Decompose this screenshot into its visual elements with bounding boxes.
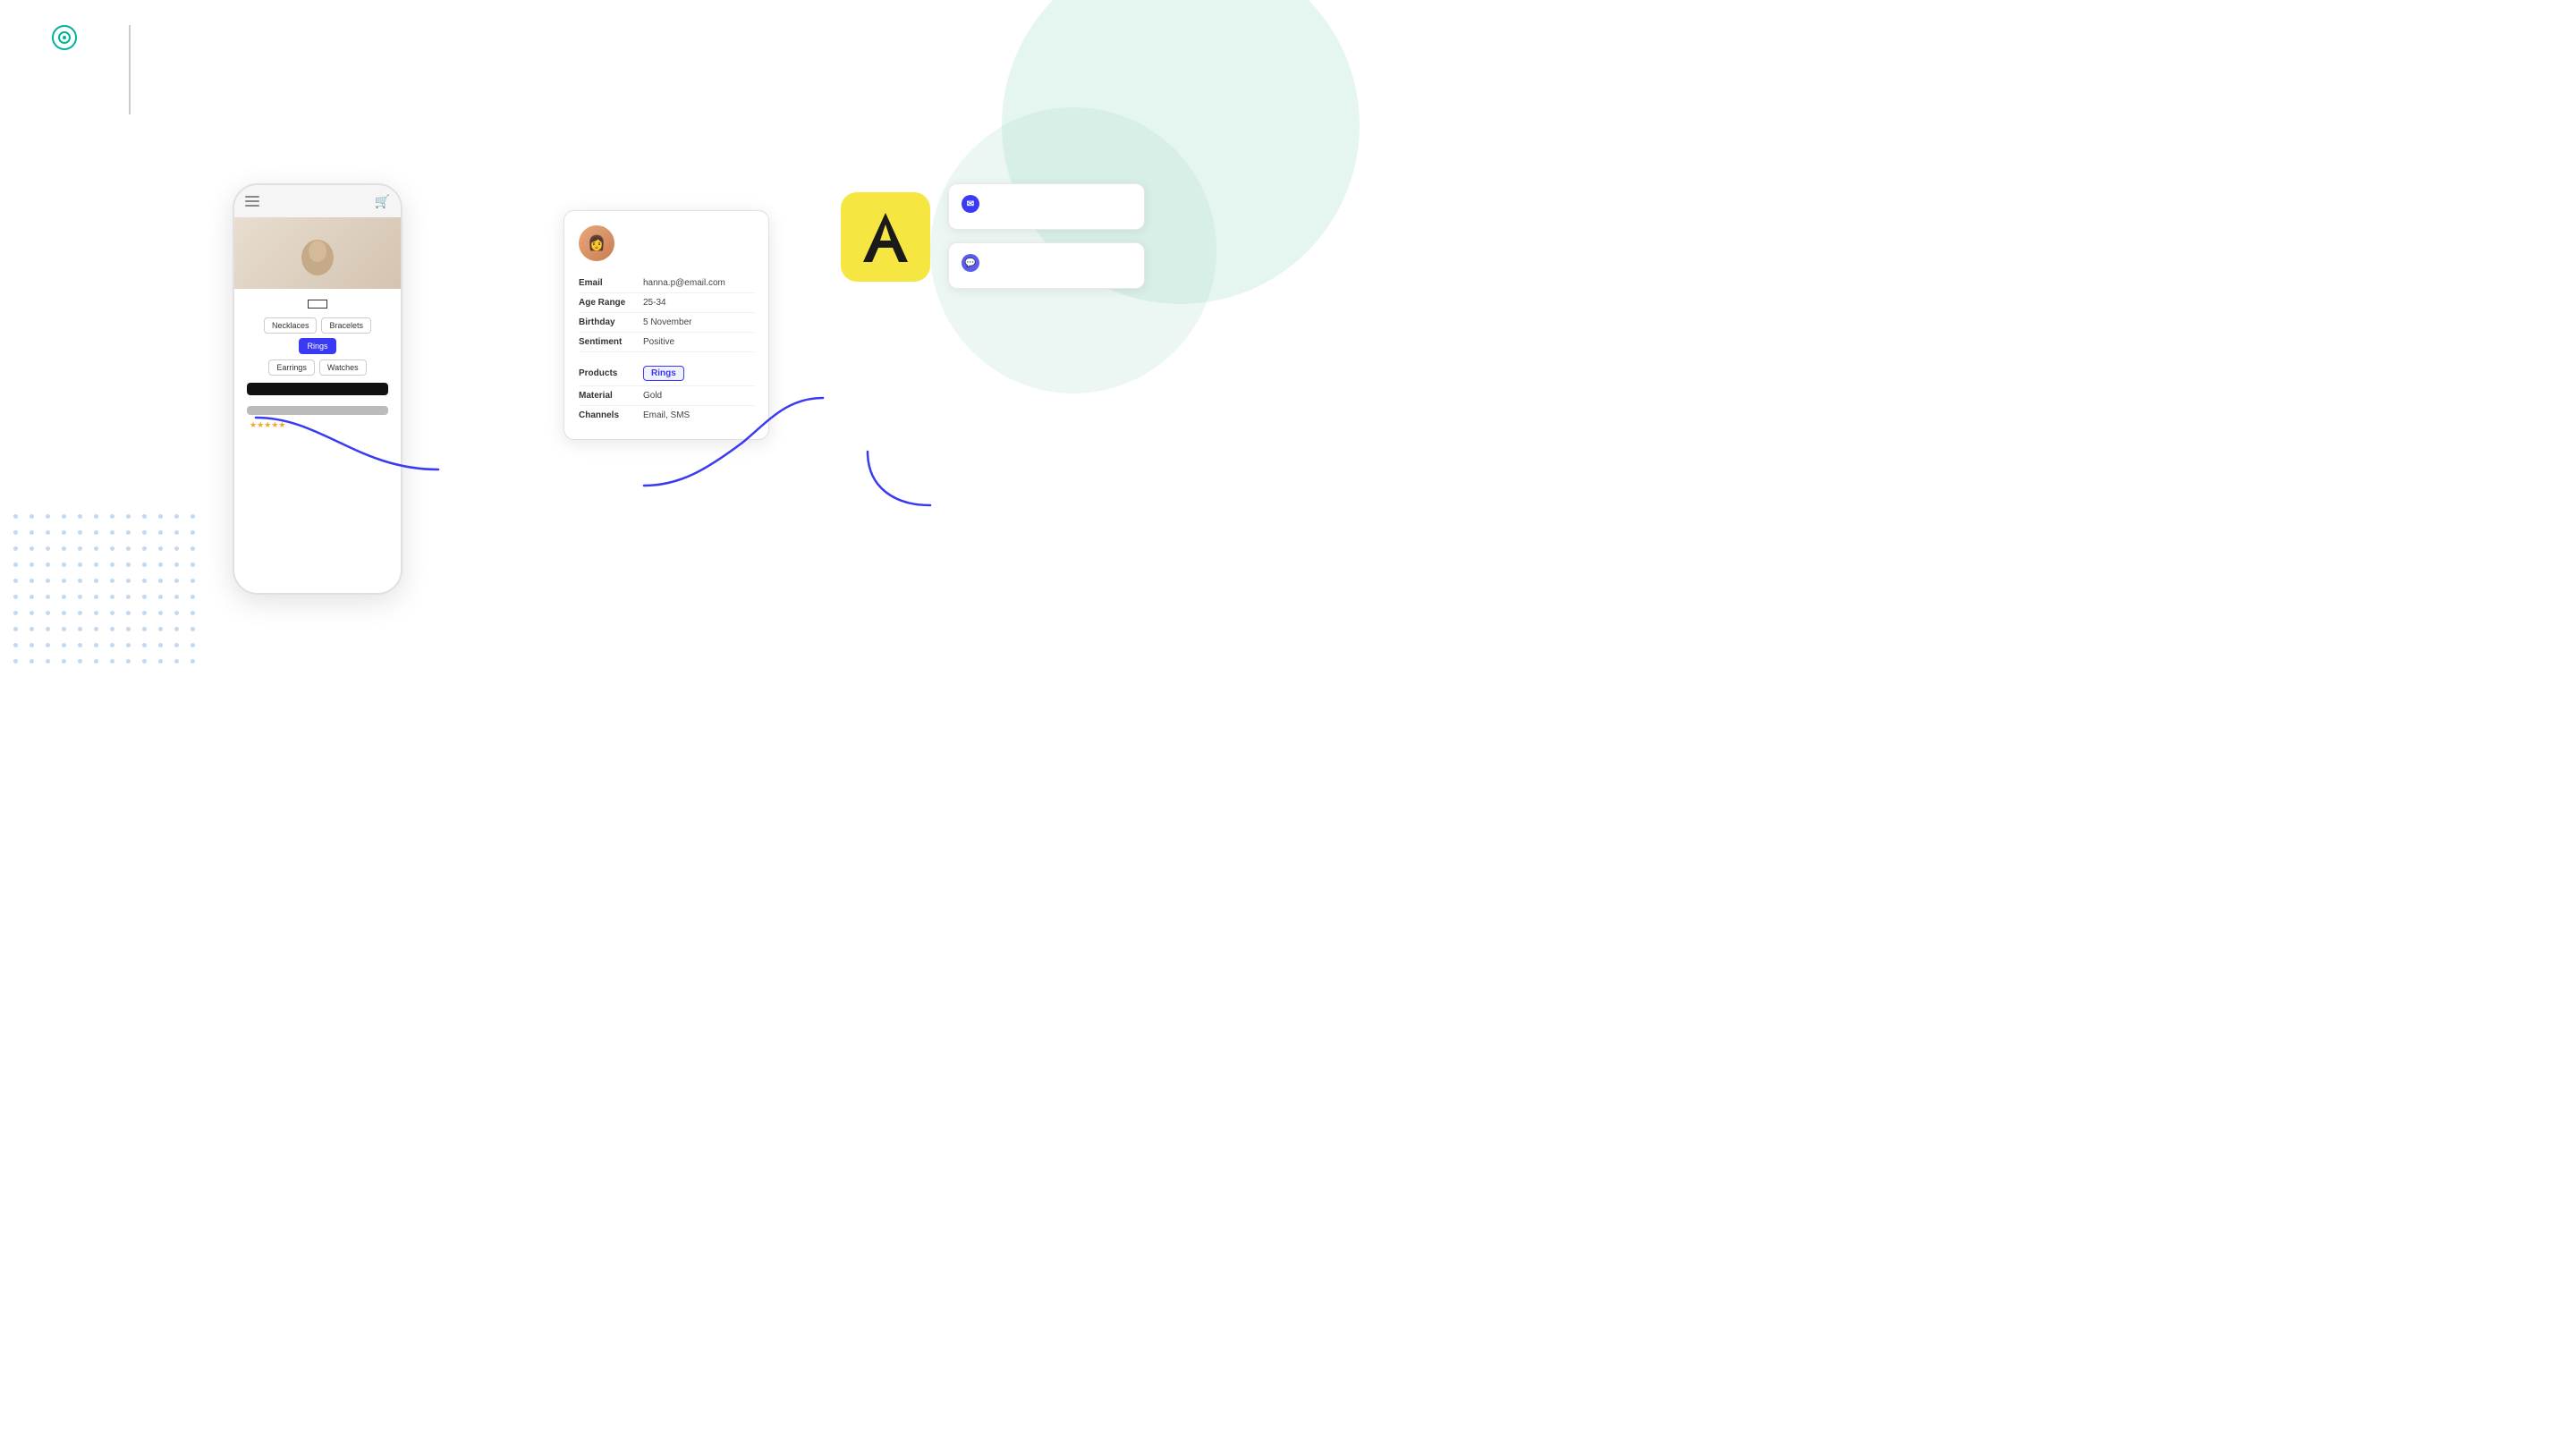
rating-stars: ★★★★★ <box>250 420 285 430</box>
phone-mockup: 🛒 Necklaces Bracelets Rings Earrings Wat… <box>233 183 402 595</box>
profile-birthday-row: Birthday 5 November <box>579 313 754 333</box>
profile-sentiment-row: Sentiment Positive <box>579 333 754 352</box>
option-bracelets[interactable]: Bracelets <box>321 317 371 334</box>
email-notification-card: ✉ <box>948 183 1145 230</box>
notif-sms-header: 💬 <box>962 254 1131 272</box>
sentiment-label: Sentiment <box>579 337 643 347</box>
option-necklaces[interactable]: Necklaces <box>264 317 318 334</box>
option-earrings[interactable]: Earrings <box>268 359 315 376</box>
attentive-logo-block <box>841 192 930 282</box>
attentive-a-icon <box>859 208 912 266</box>
okendo-icon <box>52 25 77 50</box>
products-row: Products Rings <box>579 361 754 386</box>
submit-button[interactable] <box>247 383 388 395</box>
products-label: Products <box>579 368 643 378</box>
notif-sms-type: 💬 <box>962 254 985 272</box>
profile-header: 👩 <box>579 225 754 261</box>
sms-notification-card: 💬 <box>948 242 1145 289</box>
phone-brand-box <box>308 300 327 309</box>
logos-area <box>36 25 82 57</box>
profile-email-row: Email hanna.p@email.com <box>579 274 754 293</box>
age-value: 25-34 <box>643 298 666 308</box>
profile-avatar: 👩 <box>579 225 614 261</box>
email-value: hanna.p@email.com <box>643 278 725 288</box>
profile-age-row: Age Range 25-34 <box>579 293 754 313</box>
material-value: Gold <box>643 391 662 401</box>
notifications-area: ✉ 💬 <box>948 183 1145 289</box>
survey-options-row2: Earrings Watches <box>247 359 388 376</box>
material-label: Material <box>579 391 643 401</box>
birthday-label: Birthday <box>579 317 643 327</box>
profile-card: 👩 Email hanna.p@email.com Age Range 25-3… <box>564 210 769 440</box>
age-label: Age Range <box>579 298 643 308</box>
phone-nav: 🛒 <box>234 185 401 217</box>
channels-row: Channels Email, SMS <box>579 406 754 425</box>
channels-value: Email, SMS <box>643 410 690 420</box>
okendo-inner-ring <box>58 31 71 44</box>
header-divider <box>129 25 131 114</box>
email-label: Email <box>579 278 643 288</box>
header <box>36 25 156 114</box>
preferences-section: Products Rings Material Gold Channels Em… <box>579 361 754 425</box>
okendo-logo <box>52 25 82 50</box>
sentiment-value: Positive <box>643 337 674 347</box>
survey-options: Necklaces Bracelets Rings <box>247 317 388 354</box>
okendo-dot <box>63 36 66 39</box>
product-rating: ★★★★★ <box>247 420 388 430</box>
product-image <box>234 217 401 289</box>
sms-notif-icon: 💬 <box>962 254 979 272</box>
hamburger-icon <box>245 194 259 208</box>
phone-body: Necklaces Bracelets Rings Earrings Watch… <box>234 289 401 441</box>
notif-email-header: ✉ <box>962 195 1131 213</box>
email-notif-icon: ✉ <box>962 195 979 213</box>
option-rings[interactable]: Rings <box>299 338 335 354</box>
add-to-cart-button[interactable] <box>247 406 388 415</box>
channels-label: Channels <box>579 410 643 420</box>
logo-row <box>36 25 82 50</box>
notif-email-type: ✉ <box>962 195 985 213</box>
profile-name-area <box>623 242 745 244</box>
cart-icon[interactable]: 🛒 <box>375 194 390 209</box>
products-value: Rings <box>643 366 684 381</box>
material-row: Material Gold <box>579 386 754 406</box>
option-watches[interactable]: Watches <box>319 359 367 376</box>
birthday-value: 5 November <box>643 317 691 327</box>
content-area: 🛒 Necklaces Bracelets Rings Earrings Wat… <box>0 165 1288 595</box>
